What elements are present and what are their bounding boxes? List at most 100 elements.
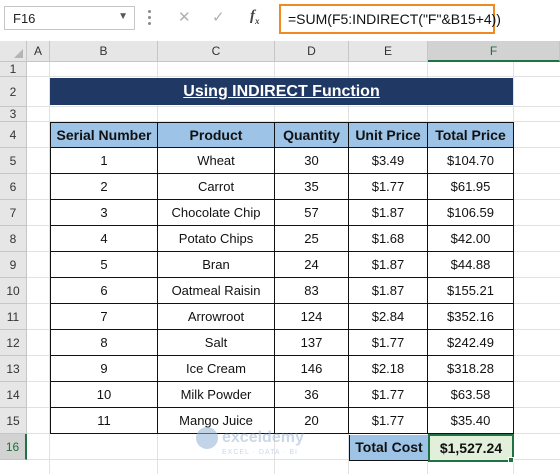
table-header-serial-number[interactable]: Serial Number <box>50 122 158 148</box>
row-header-11[interactable]: 11 <box>0 304 27 330</box>
row-header-9[interactable]: 9 <box>0 252 27 278</box>
name-box[interactable]: F16 ▼ <box>4 6 135 30</box>
table-cell-total-price[interactable]: $104.70 <box>428 148 514 174</box>
table-cell-total-price[interactable]: $44.88 <box>428 252 514 278</box>
table-cell-unit-price[interactable]: $2.18 <box>349 356 428 382</box>
row-header-3[interactable]: 3 <box>0 107 27 122</box>
table-cell-unit-price[interactable]: $1.87 <box>349 278 428 304</box>
table-cell-product[interactable]: Carrot <box>158 174 275 200</box>
name-box-value: F16 <box>13 11 36 26</box>
table-header-quantity[interactable]: Quantity <box>275 122 349 148</box>
fill-handle[interactable] <box>508 457 514 463</box>
row-header-2[interactable]: 2 <box>0 77 27 107</box>
table-cell-serial-number[interactable]: 11 <box>50 408 158 434</box>
column-header-f[interactable]: F <box>428 41 560 62</box>
table-cell-unit-price[interactable]: $1.77 <box>349 330 428 356</box>
table-cell-serial-number[interactable]: 2 <box>50 174 158 200</box>
table-cell-total-price[interactable]: $35.40 <box>428 408 514 434</box>
table-cell-product[interactable]: Potato Chips <box>158 226 275 252</box>
table-cell-total-price[interactable]: $61.95 <box>428 174 514 200</box>
table-cell-unit-price[interactable]: $1.87 <box>349 252 428 278</box>
table-cell-quantity[interactable]: 35 <box>275 174 349 200</box>
row-header-8[interactable]: 8 <box>0 226 27 252</box>
table-cell-quantity[interactable]: 30 <box>275 148 349 174</box>
table-cell-quantity[interactable]: 36 <box>275 382 349 408</box>
table-cell-total-price[interactable]: $42.00 <box>428 226 514 252</box>
row-header-10[interactable]: 10 <box>0 278 27 304</box>
column-header-d[interactable]: D <box>275 41 349 62</box>
table-cell-serial-number[interactable]: 5 <box>50 252 158 278</box>
formula-input[interactable]: =SUM(F5:INDIRECT("F"&B15+4)) <box>279 4 501 34</box>
table-cell-unit-price[interactable]: $1.77 <box>349 382 428 408</box>
table-cell-serial-number[interactable]: 6 <box>50 278 158 304</box>
table-cell-quantity[interactable]: 146 <box>275 356 349 382</box>
column-header-c[interactable]: C <box>158 41 275 62</box>
total-cost-label[interactable]: Total Cost <box>349 435 429 461</box>
column-header-b[interactable]: B <box>50 41 158 62</box>
table-cell-unit-price[interactable]: $1.77 <box>349 408 428 434</box>
exceldemy-logo-icon <box>196 427 218 449</box>
column-header-a[interactable]: A <box>27 41 50 62</box>
row-header-7[interactable]: 7 <box>0 200 27 226</box>
row-header-5[interactable]: 5 <box>0 148 27 174</box>
table-cell-product[interactable]: Chocolate Chip <box>158 200 275 226</box>
watermark-name: exceldemy <box>222 429 304 446</box>
formula-bar: F16 ▼ ✕ ✓ fx =SUM(F5:INDIRECT("F"&B15+4)… <box>0 0 560 38</box>
table-cell-quantity[interactable]: 24 <box>275 252 349 278</box>
table-cell-quantity[interactable]: 137 <box>275 330 349 356</box>
table-cell-product[interactable]: Milk Powder <box>158 382 275 408</box>
column-header-e[interactable]: E <box>349 41 428 62</box>
table-cell-product[interactable]: Arrowroot <box>158 304 275 330</box>
exceldemy-watermark: exceldemy EXCEL · DATA · BI <box>196 425 356 465</box>
row-header-13[interactable]: 13 <box>0 356 27 382</box>
table-cell-total-price[interactable]: $318.28 <box>428 356 514 382</box>
table-title: Using INDIRECT Function <box>50 78 513 105</box>
row-header-4[interactable]: 4 <box>0 122 27 148</box>
table-cell-product[interactable]: Bran <box>158 252 275 278</box>
table-cell-serial-number[interactable]: 10 <box>50 382 158 408</box>
table-cell-unit-price[interactable]: $3.49 <box>349 148 428 174</box>
row-header-12[interactable]: 12 <box>0 330 27 356</box>
table-cell-product[interactable]: Oatmeal Raisin <box>158 278 275 304</box>
row-header-1[interactable]: 1 <box>0 62 27 77</box>
table-cell-unit-price[interactable]: $1.77 <box>349 174 428 200</box>
table-cell-serial-number[interactable]: 1 <box>50 148 158 174</box>
gridline-row <box>27 106 560 107</box>
select-all-button[interactable] <box>0 41 27 62</box>
table-cell-total-price[interactable]: $106.59 <box>428 200 514 226</box>
gridline-row <box>27 76 560 77</box>
row-header-15[interactable]: 15 <box>0 408 27 434</box>
table-cell-total-price[interactable]: $352.16 <box>428 304 514 330</box>
table-header-unit-price[interactable]: Unit Price <box>349 122 428 148</box>
table-cell-unit-price[interactable]: $1.87 <box>349 200 428 226</box>
table-cell-quantity[interactable]: 57 <box>275 200 349 226</box>
table-cell-unit-price[interactable]: $1.68 <box>349 226 428 252</box>
chevron-down-icon[interactable]: ▼ <box>118 11 128 22</box>
table-header-total-price[interactable]: Total Price <box>428 122 514 148</box>
table-cell-serial-number[interactable]: 8 <box>50 330 158 356</box>
cancel-icon[interactable]: ✕ <box>178 8 191 26</box>
table-cell-product[interactable]: Wheat <box>158 148 275 174</box>
table-cell-total-price[interactable]: $155.21 <box>428 278 514 304</box>
row-header-14[interactable]: 14 <box>0 382 27 408</box>
table-header-product[interactable]: Product <box>158 122 275 148</box>
total-cost-value[interactable]: $1,527.24 <box>428 434 514 462</box>
table-cell-serial-number[interactable]: 4 <box>50 226 158 252</box>
table-cell-total-price[interactable]: $63.58 <box>428 382 514 408</box>
table-cell-serial-number[interactable]: 7 <box>50 304 158 330</box>
table-cell-quantity[interactable]: 25 <box>275 226 349 252</box>
table-cell-unit-price[interactable]: $2.84 <box>349 304 428 330</box>
table-cell-quantity[interactable]: 124 <box>275 304 349 330</box>
table-cell-serial-number[interactable]: 3 <box>50 200 158 226</box>
table-cell-product[interactable]: Ice Cream <box>158 356 275 382</box>
row-header-16[interactable]: 16 <box>0 434 27 460</box>
table-cell-quantity[interactable]: 83 <box>275 278 349 304</box>
row-header-6[interactable]: 6 <box>0 174 27 200</box>
function-icon[interactable]: fx <box>250 8 260 26</box>
enter-icon[interactable]: ✓ <box>212 8 225 26</box>
drag-handle-icon[interactable] <box>147 10 153 26</box>
table-cell-product[interactable]: Salt <box>158 330 275 356</box>
table-cell-serial-number[interactable]: 9 <box>50 356 158 382</box>
watermark-tagline: EXCEL · DATA · BI <box>222 449 298 456</box>
table-cell-total-price[interactable]: $242.49 <box>428 330 514 356</box>
